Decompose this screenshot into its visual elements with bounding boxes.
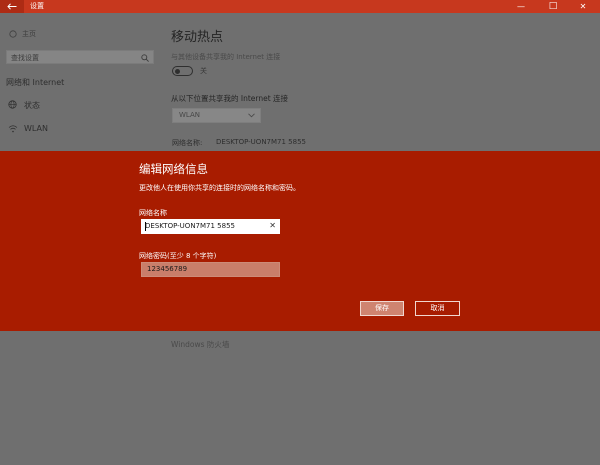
wifi-icon [8,125,18,133]
connection-value: WLAN [179,111,201,119]
back-arrow-icon [7,3,17,10]
hotspot-toggle[interactable] [172,66,193,76]
toggle-state-label: 关 [200,67,207,75]
network-name-field-label: 网络名称 [139,209,167,217]
connection-label: 从以下位置共享我的 Internet 连接 [171,94,289,103]
clear-icon[interactable]: ✕ [269,221,276,230]
home-icon [9,30,17,38]
network-name-input-value: DESKTOP-UON7M71 5855 [145,222,235,230]
close-button[interactable]: ✕ [572,0,594,13]
sidebar-item-label: WLAN [24,124,49,133]
title-bar: 设置 — □ ✕ [0,0,600,13]
chevron-down-icon [248,113,255,118]
back-button[interactable] [0,0,24,13]
network-name-value: DESKTOP-UON7M71 5855 [216,138,306,146]
edit-network-dialog [0,151,600,331]
maximize-button[interactable]: □ [542,0,564,13]
share-description: 与其他设备共享我的 Internet 连接 [171,53,281,61]
toggle-knob [175,68,180,74]
globe-icon [8,100,17,109]
cancel-button[interactable]: 取消 [415,301,460,316]
search-input[interactable]: 查找设置 [6,50,154,64]
dialog-description: 更改他人在使用你共享的连接时的网络名称和密码。 [139,184,300,192]
save-button[interactable]: 保存 [360,301,404,316]
home-label: 主页 [22,30,36,38]
window-title: 设置 [30,2,44,10]
sidebar-item-label: 状态 [24,101,40,110]
minimize-button[interactable]: — [510,0,532,13]
network-name-field[interactable]: DESKTOP-UON7M71 5855 ✕ [141,219,280,234]
password-input-value: 123456789 [147,265,188,273]
section-title: 网络和 Internet [6,78,65,87]
search-icon [141,54,149,62]
password-field[interactable]: 123456789 [141,262,280,277]
connection-select[interactable]: WLAN [172,108,261,123]
dialog-title: 编辑网络信息 [139,162,208,176]
search-placeholder: 查找设置 [11,54,39,62]
page-title: 移动热点 [171,30,224,45]
home-link[interactable]: 主页 [22,29,36,39]
firewall-link[interactable]: Windows 防火墙 [171,339,229,350]
network-name-label: 网络名称: [172,139,203,147]
password-field-label: 网络密码(至少 8 个字符) [139,252,217,260]
